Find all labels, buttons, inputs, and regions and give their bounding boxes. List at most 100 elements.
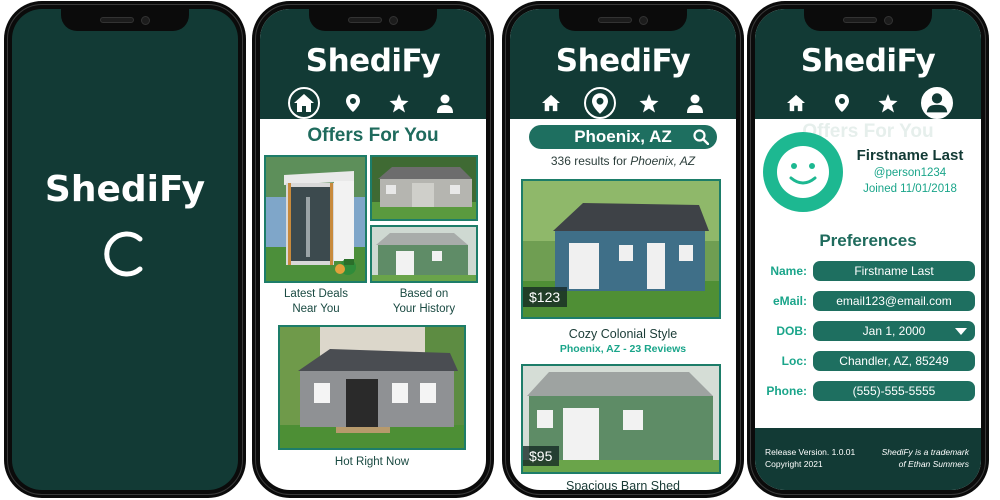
nav-bar bbox=[260, 87, 486, 119]
listing-image-spacious-barn[interactable]: $95 bbox=[521, 364, 721, 474]
listing-price: $123 bbox=[523, 287, 568, 307]
location-pin-icon bbox=[592, 92, 608, 114]
result-count-location: Phoenix, AZ bbox=[630, 154, 696, 168]
shed-photo bbox=[372, 157, 476, 219]
dob-select[interactable]: Jan 1, 2000 bbox=[813, 321, 975, 341]
trademark-line-1: ShediFy is a trademark bbox=[881, 447, 969, 457]
nav-home-button[interactable] bbox=[783, 90, 809, 116]
field-label: Loc: bbox=[781, 354, 807, 368]
trademark-line-2: of Ethan Summers bbox=[898, 459, 969, 469]
user-icon bbox=[437, 94, 453, 113]
tile-caption-hot-right-now: Hot Right Now bbox=[334, 456, 410, 468]
avatar[interactable] bbox=[763, 132, 843, 212]
shed-photo bbox=[266, 157, 365, 281]
nav-profile-button[interactable] bbox=[432, 90, 458, 116]
app-logo: ShediFy bbox=[305, 43, 441, 79]
offer-tile-latest-deals[interactable] bbox=[264, 155, 367, 283]
nav-bar bbox=[755, 87, 981, 119]
tile-caption-latest-deals: Latest Deals Near You bbox=[284, 288, 348, 315]
profile-footer: Release Version. 1.0.01 Copyright 2021 S… bbox=[755, 428, 981, 490]
home-icon bbox=[294, 94, 314, 112]
field-label: Name: bbox=[770, 264, 807, 278]
user-icon bbox=[926, 93, 948, 113]
listing-title[interactable]: Spacious Barn Shed bbox=[510, 479, 736, 490]
nav-home-button[interactable] bbox=[538, 90, 564, 116]
search-screen: ShediFy Phoenix, AZ 336 results for Phoe… bbox=[510, 9, 736, 490]
listing-image-cozy-colonial[interactable]: $123 bbox=[521, 179, 721, 319]
nav-location-button[interactable] bbox=[340, 90, 366, 116]
field-row-dob: DOB: Jan 1, 2000 bbox=[755, 321, 981, 341]
location-pin-icon bbox=[346, 94, 360, 112]
user-icon bbox=[687, 94, 703, 113]
notch bbox=[559, 9, 687, 31]
offers-title: Offers For You bbox=[307, 125, 439, 146]
field-row-name: Name: Firstname Last bbox=[755, 261, 981, 281]
loading-spinner-icon bbox=[104, 231, 143, 277]
nav-profile-button[interactable] bbox=[921, 87, 953, 119]
preferences-title: Preferences bbox=[819, 231, 917, 250]
phone-profile: ShediFy Offers For You Firstname Last @p… bbox=[747, 1, 989, 498]
shed-photo bbox=[372, 227, 476, 281]
offers-screen: ShediFy Offers For You Latest Deals Near… bbox=[260, 9, 486, 490]
nav-profile-button[interactable] bbox=[682, 90, 708, 116]
nav-bar bbox=[510, 87, 736, 119]
nav-location-button[interactable] bbox=[584, 87, 616, 119]
notch bbox=[804, 9, 932, 31]
phone-field[interactable]: (555)-555-5555 bbox=[813, 381, 975, 401]
mockup-stage: ShediFy ShediFy Offers For You Latest De… bbox=[0, 0, 1000, 500]
phone-search: ShediFy Phoenix, AZ 336 results for Phoe… bbox=[502, 1, 744, 498]
star-icon bbox=[639, 93, 659, 112]
home-icon bbox=[542, 94, 560, 112]
footer-left: Release Version. 1.0.01 Copyright 2021 bbox=[765, 446, 855, 470]
copyright: Copyright 2021 bbox=[765, 459, 823, 469]
offer-tile-history-top[interactable] bbox=[370, 155, 478, 221]
chevron-down-icon bbox=[955, 328, 967, 335]
profile-handle: @person1234 bbox=[873, 167, 947, 179]
search-query: Phoenix, AZ bbox=[574, 127, 672, 146]
tile-caption-history: Based on Your History bbox=[392, 288, 456, 315]
search-icon[interactable] bbox=[693, 129, 709, 145]
profile-joined: Joined 11/01/2018 bbox=[863, 183, 957, 195]
email-field[interactable]: email123@email.com bbox=[813, 291, 975, 311]
phone-splash: ShediFy bbox=[4, 1, 246, 498]
notch bbox=[309, 9, 437, 31]
offer-tile-history-bottom[interactable] bbox=[370, 225, 478, 283]
nav-favorites-button[interactable] bbox=[636, 90, 662, 116]
name-field[interactable]: Firstname Last bbox=[813, 261, 975, 281]
profile-screen: ShediFy Offers For You Firstname Last @p… bbox=[755, 9, 981, 490]
home-icon bbox=[787, 94, 805, 112]
nav-favorites-button[interactable] bbox=[386, 90, 412, 116]
result-count: 336 results for Phoenix, AZ bbox=[510, 154, 736, 168]
search-input[interactable]: Phoenix, AZ bbox=[529, 125, 717, 149]
release-version: Release Version. 1.0.01 bbox=[765, 447, 856, 457]
nav-favorites-button[interactable] bbox=[875, 90, 901, 116]
nav-home-button[interactable] bbox=[288, 87, 320, 119]
notch bbox=[61, 9, 189, 31]
field-row-phone: Phone: (555)-555-5555 bbox=[755, 381, 981, 401]
field-label: Phone: bbox=[766, 384, 807, 398]
dob-value: Jan 1, 2000 bbox=[862, 324, 926, 338]
star-icon bbox=[878, 93, 898, 112]
smiley-face-icon bbox=[777, 146, 829, 198]
listing-subtitle: Phoenix, AZ - 23 Reviews bbox=[559, 343, 687, 355]
field-label: DOB: bbox=[776, 324, 807, 338]
nav-location-button[interactable] bbox=[829, 90, 855, 116]
shed-photo bbox=[280, 327, 464, 448]
field-row-location: Loc: Chandler, AZ, 85249 bbox=[755, 351, 981, 371]
listing-title[interactable]: Cozy Colonial Style bbox=[510, 327, 736, 341]
location-pin-icon bbox=[835, 94, 849, 112]
footer-right: ShediFy is a trademark of Ethan Summers bbox=[882, 446, 969, 470]
star-icon bbox=[389, 93, 409, 112]
listing-price: $95 bbox=[523, 446, 560, 466]
app-logo: ShediFy bbox=[800, 43, 936, 79]
profile-name: Firstname Last bbox=[856, 147, 964, 164]
result-count-prefix: 336 results for bbox=[550, 154, 631, 168]
location-field[interactable]: Chandler, AZ, 85249 bbox=[813, 351, 975, 371]
phone-offers: ShediFy Offers For You Latest Deals Near… bbox=[252, 1, 494, 498]
field-row-email: eMail: email123@email.com bbox=[755, 291, 981, 311]
splash-logo: ShediFy bbox=[44, 169, 206, 210]
app-logo: ShediFy bbox=[555, 43, 691, 79]
splash-screen: ShediFy bbox=[12, 9, 238, 490]
offer-tile-hot-right-now[interactable] bbox=[278, 325, 466, 450]
field-label: eMail: bbox=[772, 294, 807, 308]
